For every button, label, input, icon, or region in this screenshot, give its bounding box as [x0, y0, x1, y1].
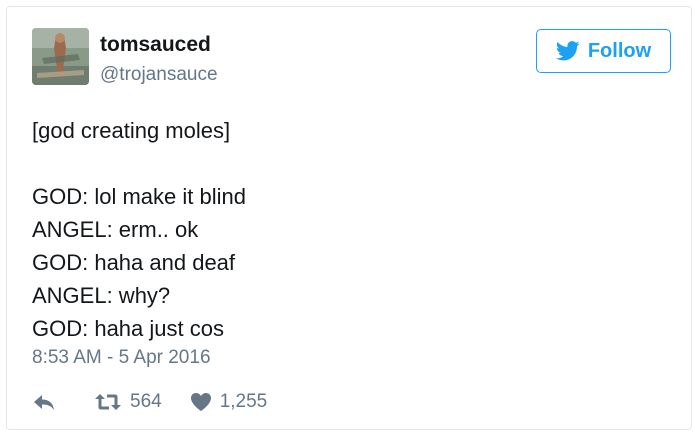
retweet-count: 564	[130, 391, 162, 412]
tweet-line: GOD: haha just cos	[32, 316, 224, 341]
tweet-actions: 564 1,255	[32, 387, 267, 417]
tweet-line: GOD: lol make it blind	[32, 184, 246, 209]
like-count: 1,255	[219, 391, 268, 412]
avatar-image	[32, 28, 89, 85]
tweet-timestamp[interactable]: 8:53 AM - 5 Apr 2016	[32, 347, 211, 369]
avatar[interactable]	[32, 28, 89, 85]
like-button[interactable]: 1,255	[190, 391, 268, 413]
tweet-card: tomsauced @trojansauce Follow [god creat…	[6, 6, 692, 430]
tweet-line: ANGEL: erm.. ok	[32, 217, 199, 242]
user-name[interactable]: tomsauced	[100, 33, 211, 57]
retweet-icon	[95, 394, 121, 410]
reply-icon	[34, 395, 54, 410]
follow-button-label: Follow	[587, 39, 652, 62]
heart-icon	[190, 393, 211, 411]
user-handle[interactable]: @trojansauce	[100, 64, 218, 86]
tweet-line	[32, 147, 246, 180]
tweet-line: ANGEL: why?	[32, 283, 171, 308]
retweet-button[interactable]: 564	[94, 391, 162, 413]
follow-button[interactable]: Follow	[536, 29, 671, 73]
tweet-text: [god creating moles] GOD: lol make it bl…	[32, 114, 246, 345]
tweet-line: [god creating moles]	[32, 118, 231, 143]
twitter-bird-icon	[555, 41, 580, 61]
tweet-line: GOD: haha and deaf	[32, 250, 236, 275]
reply-button[interactable]	[32, 392, 64, 412]
